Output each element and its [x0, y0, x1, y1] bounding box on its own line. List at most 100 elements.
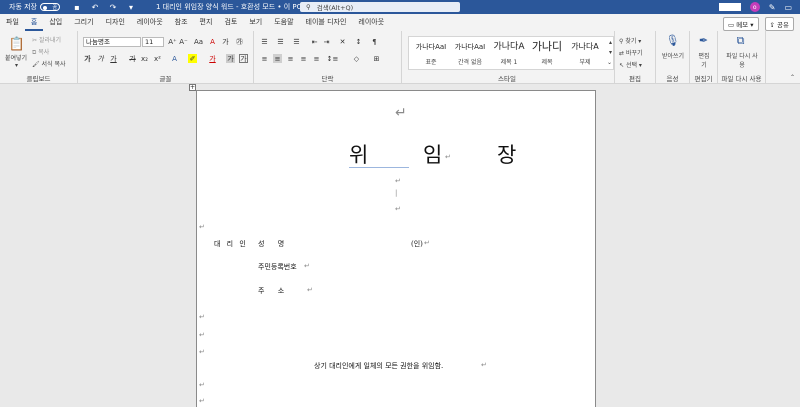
tab-3[interactable]: 그리기 — [68, 14, 99, 31]
paragraph-mark: ↵ — [304, 262, 310, 270]
line-spacing-icon[interactable]: ↕≡ — [327, 54, 339, 63]
increase-indent-icon[interactable]: ⇥ — [322, 37, 331, 46]
show-marks-icon[interactable]: ¶ — [370, 37, 379, 46]
ribbon-collapse-icon[interactable]: ⌃ — [790, 74, 795, 81]
select-button[interactable]: ↖ 선택 ▾ — [619, 60, 642, 69]
asian-layout-icon[interactable]: ✕ — [338, 37, 347, 46]
paragraph-group: ☰ ☰ ☰ ⇤ ⇥ ✕ ↕ ¶ ≡ ≡ ≡ ≡ ≡ ↕≡ ◇ ⊞ 단락 — [254, 31, 402, 84]
memo-button[interactable]: ▭ 메모 ▾ — [722, 17, 759, 31]
pen-icon[interactable]: ✎ — [769, 3, 776, 12]
tab-5[interactable]: 레이아웃 — [131, 14, 169, 31]
char-border-icon[interactable]: 가 — [239, 54, 248, 63]
tab-1[interactable]: 홈 — [24, 15, 44, 31]
user-name-box[interactable] — [718, 3, 741, 11]
enclose-char-icon[interactable]: ㉮ — [235, 37, 244, 46]
reuse-files-icon[interactable]: ⧉ — [736, 34, 745, 47]
cut-button[interactable]: ✂ 잘라내기 — [32, 35, 61, 44]
borders-icon[interactable]: ⊞ — [372, 54, 381, 63]
search-box[interactable]: ⚲ 검색(Alt+Q) — [300, 2, 460, 12]
tab-12[interactable]: 레이아웃 — [352, 14, 390, 31]
seal-label: (인) — [411, 240, 423, 248]
quick-access-chevron-icon[interactable]: ▾ — [126, 2, 136, 12]
avatar[interactable]: o — [749, 2, 760, 12]
grow-font-icon[interactable]: A⁺ — [168, 37, 177, 46]
strikethrough-icon[interactable]: 가 — [128, 54, 137, 63]
voice-group-label: 음성 — [666, 75, 679, 83]
paragraph-mark: ↵ — [445, 153, 451, 161]
paste-chevron-icon[interactable]: ▾ — [15, 62, 18, 69]
autosave-control[interactable]: 자동 저장 끔 — [9, 2, 60, 12]
search-icon: ⚲ — [306, 3, 311, 11]
share-button[interactable]: ⇪ 공유 — [764, 17, 794, 31]
autosave-state: 끔 — [52, 4, 57, 11]
paste-label[interactable]: 붙여넣기 — [5, 53, 27, 62]
find-button[interactable]: ⚲ 찾기 ▾ — [619, 36, 641, 45]
tab-0[interactable]: 파일 — [0, 14, 25, 31]
font-name-select[interactable]: 나눔명조 — [83, 37, 141, 47]
tab-9[interactable]: 보기 — [243, 14, 268, 31]
tab-10[interactable]: 도움말 — [268, 14, 299, 31]
replace-button[interactable]: ⇄ 바꾸기 — [619, 48, 643, 57]
editor-pen-icon[interactable]: ✒ — [699, 34, 708, 47]
change-case-icon[interactable]: Aa — [194, 37, 203, 46]
editor-label[interactable]: 편집기 — [696, 51, 712, 69]
styles-group: 스타일 — [402, 31, 612, 84]
bold-icon[interactable]: 가 — [83, 54, 92, 63]
undo-icon[interactable]: ↶ — [90, 2, 100, 12]
justify-icon[interactable]: ≡ — [299, 54, 308, 63]
format-painter-button[interactable]: 🖌 서식 복사 — [32, 59, 66, 68]
tab-11[interactable]: 테이블 디자인 — [300, 14, 353, 31]
superscript-icon[interactable]: x² — [153, 54, 162, 63]
decrease-indent-icon[interactable]: ⇤ — [310, 37, 319, 46]
table-move-handle-icon[interactable]: + — [189, 84, 196, 91]
subscript-icon[interactable]: x₂ — [140, 54, 149, 63]
paragraph-group-label: 단락 — [321, 75, 334, 83]
italic-icon[interactable]: 가 — [96, 54, 105, 63]
tab-4[interactable]: 디자인 — [100, 14, 131, 31]
align-right-icon[interactable]: ≡ — [286, 54, 295, 63]
bullets-icon[interactable]: ☰ — [260, 37, 269, 46]
reuse-label[interactable]: 파일 다시 사용 — [724, 51, 760, 69]
document-workspace: + ↵ 위 임 장 ↵ ↵ | ↵ ↵ 대 리 인 성 명 (인) ↵ 주민등록… — [0, 84, 800, 407]
select-label: 선택 — [625, 62, 637, 69]
distributed-icon[interactable]: ≡ — [312, 54, 321, 63]
memo-label: 메모 — [736, 21, 749, 29]
microphone-icon[interactable]: 🎙 — [666, 34, 680, 47]
document-page[interactable]: ↵ 위 임 장 ↵ ↵ | ↵ ↵ 대 리 인 성 명 (인) ↵ 주민등록번호… — [196, 90, 596, 407]
ribbon-tabs: 파일 홈 삽입 그리기 디자인 레이아웃 참조 편지 검토 보기 도움말 테이블 디자인 레이아웃 ▭ … — [0, 14, 800, 31]
delegation-statement: 상기 대리인에게 일체의 모든 권한을 위임함. — [314, 362, 444, 370]
char-shading-icon[interactable]: 가 — [226, 54, 235, 63]
shading-icon[interactable]: ◇ — [352, 54, 361, 63]
phonetic-guide-icon[interactable]: 가 — [221, 37, 230, 46]
toggle-knob — [43, 5, 47, 10]
save-icon[interactable]: ▪ — [72, 2, 82, 12]
copy-button[interactable]: ⧉ 복사 — [32, 47, 49, 57]
paste-icon[interactable]: 📋 — [9, 37, 25, 52]
align-center-icon[interactable]: ≡ — [273, 54, 282, 63]
clipboard-group: 📋 붙여넣기 ▾ ✂ 잘라내기 ⧉ 복사 🖌 서식 복사 클립보드 — [0, 31, 78, 84]
clipboard-group-label: 클립보드 — [26, 75, 51, 83]
shrink-font-icon[interactable]: A⁻ — [179, 37, 188, 46]
spelling-underline — [349, 167, 409, 168]
paragraph-mark: ↵ — [424, 239, 430, 247]
redo-icon[interactable]: ↷ — [108, 2, 118, 12]
window-layout-icon[interactable]: ▭ — [784, 3, 792, 12]
tab-8[interactable]: 검토 — [218, 14, 243, 31]
clear-format-icon[interactable]: A — [208, 37, 217, 46]
highlight-icon[interactable]: ✐ — [188, 54, 197, 63]
font-color-icon[interactable]: 가 — [208, 54, 217, 63]
tab-7[interactable]: 편지 — [194, 14, 219, 31]
tab-2[interactable]: 삽입 — [43, 14, 68, 31]
paragraph-mark: ↵ — [199, 381, 205, 389]
autosave-toggle[interactable]: 끔 — [40, 3, 60, 11]
underline-icon[interactable]: 가 — [109, 54, 118, 63]
sort-icon[interactable]: ↕ — [354, 37, 363, 46]
rrn-label: 주민등록번호 — [258, 263, 297, 271]
tab-6[interactable]: 참조 — [169, 14, 194, 31]
text-effects-icon[interactable]: A — [170, 54, 179, 63]
multilevel-list-icon[interactable]: ☰ — [292, 37, 301, 46]
dictate-label[interactable]: 받아쓰기 — [661, 51, 685, 60]
numbering-icon[interactable]: ☰ — [276, 37, 285, 46]
align-left-icon[interactable]: ≡ — [260, 54, 269, 63]
font-size-select[interactable]: 11 — [142, 37, 164, 47]
